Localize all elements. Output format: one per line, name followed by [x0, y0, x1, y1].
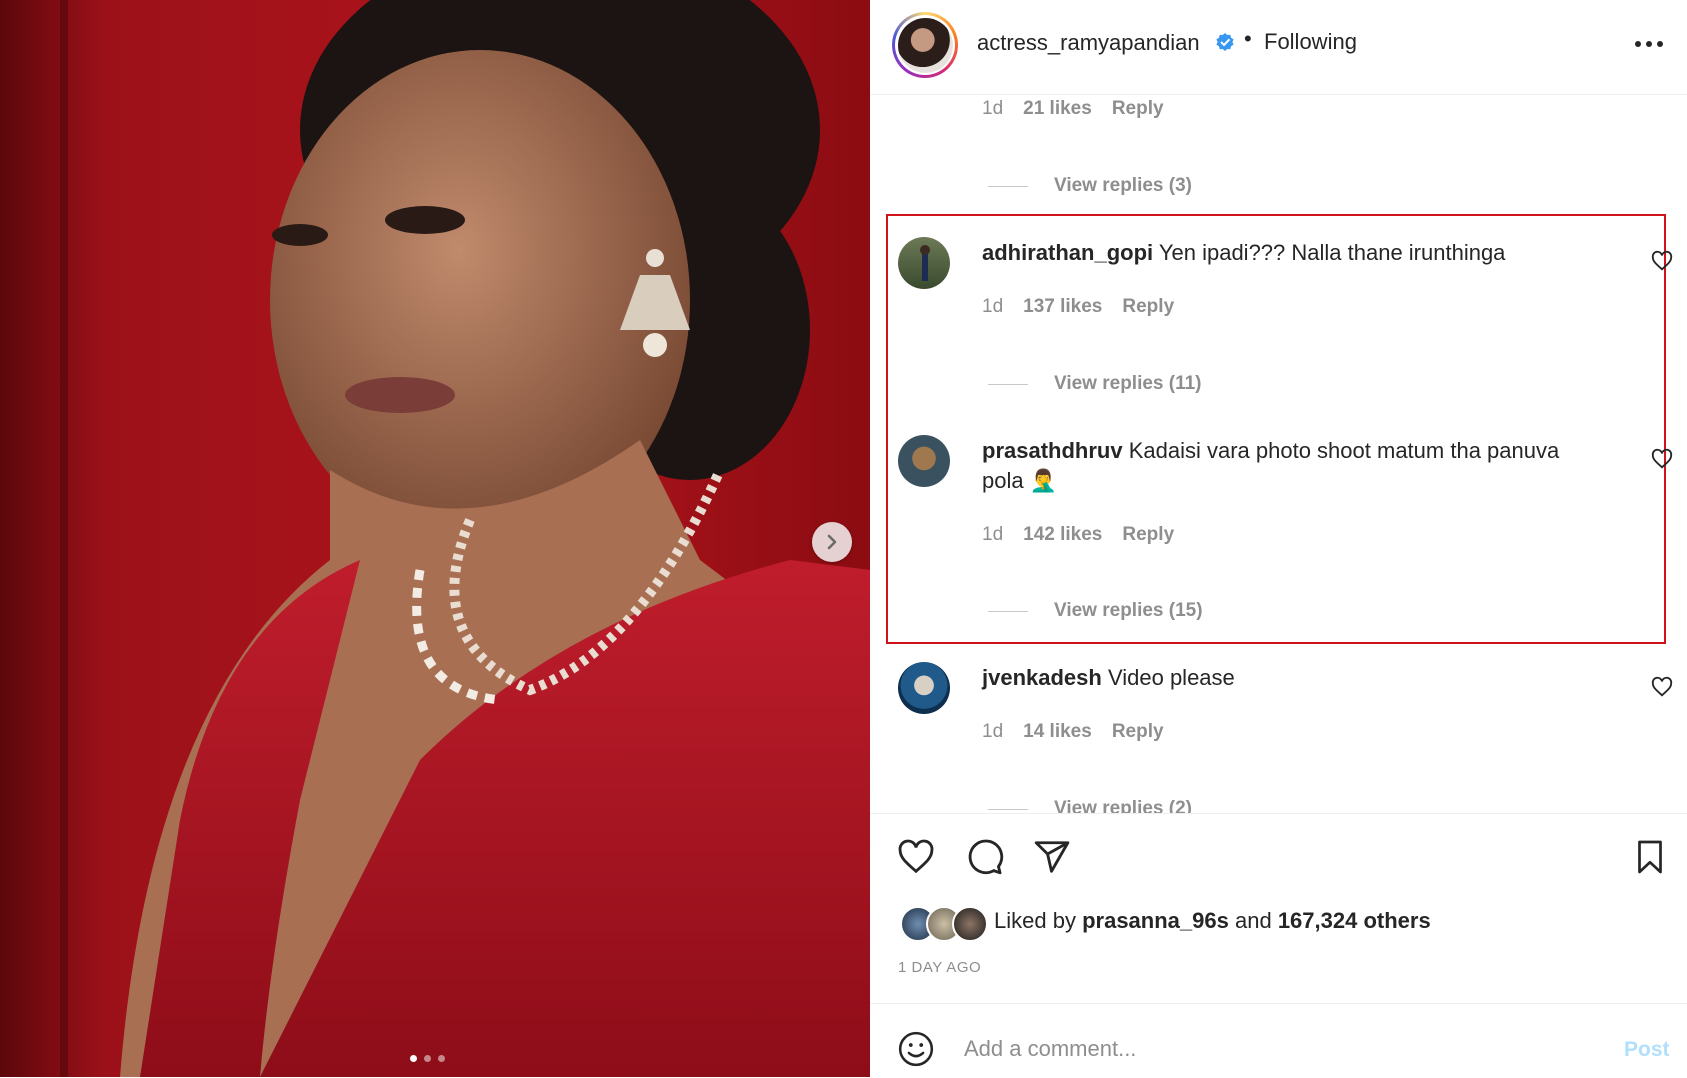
- commenter-avatar[interactable]: [898, 237, 950, 289]
- post-actions: Liked by prasanna_96s and 167,324 others…: [870, 813, 1687, 1004]
- liked-by-prefix: Liked by: [994, 908, 1076, 933]
- comment-username[interactable]: prasathdhruv: [982, 438, 1123, 463]
- comment-likes[interactable]: 142 likes: [1023, 524, 1102, 546]
- comment-likes[interactable]: 14 likes: [1023, 721, 1092, 743]
- comment-meta: 1d 142 likes Reply: [982, 524, 1174, 546]
- comment-time: 1d: [982, 98, 1004, 119]
- header-separator: •: [1244, 26, 1252, 51]
- comment-body: prasathdhruv Kadaisi vara photo shoot ma…: [982, 436, 1582, 496]
- view-replies-button[interactable]: View replies (2): [988, 798, 1192, 813]
- view-replies-label: View replies (2): [1054, 798, 1192, 813]
- comment-like-heart-icon[interactable]: [1651, 676, 1673, 698]
- comment-body: jvenkadesh Video please: [982, 663, 1582, 693]
- comments-list[interactable]: 1d 21 likes Reply View replies (3) adhir…: [870, 95, 1687, 813]
- verified-badge-icon: [1216, 33, 1234, 51]
- comment-username[interactable]: adhirathan_gopi: [982, 240, 1153, 265]
- view-replies-button[interactable]: View replies (11): [988, 373, 1202, 395]
- comment-like-heart-icon[interactable]: [1651, 250, 1673, 272]
- post-comment-button[interactable]: Post: [1624, 1038, 1670, 1062]
- view-replies-label: View replies (15): [1054, 600, 1203, 621]
- carousel-indicator: [410, 1055, 445, 1062]
- post-panel: actress_ramyapandian • Following 1d 21 l…: [870, 0, 1687, 1077]
- comment-time: 1d: [982, 524, 1004, 545]
- comment-likes[interactable]: 137 likes: [1023, 296, 1102, 318]
- chevron-right-icon: [827, 534, 837, 550]
- save-bookmark-icon[interactable]: [1632, 838, 1668, 876]
- reply-button[interactable]: Reply: [1112, 98, 1164, 120]
- view-replies-label: View replies (3): [1054, 175, 1192, 196]
- post-photo: [0, 0, 870, 1077]
- author-username[interactable]: actress_ramyapandian: [977, 30, 1200, 56]
- comment-text: Yen ipadi??? Nalla thane irunthinga: [1158, 240, 1506, 265]
- liked-by-others[interactable]: 167,324 others: [1278, 908, 1431, 933]
- comment-meta: 1d 14 likes Reply: [982, 721, 1164, 743]
- view-replies-label: View replies (11): [1054, 373, 1202, 394]
- view-replies-button[interactable]: View replies (15): [988, 600, 1203, 622]
- add-comment-bar: Post: [870, 1003, 1687, 1078]
- comment-body: adhirathan_gopi Yen ipadi??? Nalla thane…: [982, 238, 1582, 268]
- carousel-dot[interactable]: [424, 1055, 431, 1062]
- comment-like-heart-icon[interactable]: [1651, 448, 1673, 470]
- post-timestamp[interactable]: 1 DAY AGO: [898, 959, 981, 976]
- commenter-avatar[interactable]: [898, 435, 950, 487]
- view-replies-button[interactable]: View replies (3): [988, 175, 1192, 197]
- commenter-avatar[interactable]: [898, 662, 950, 714]
- reply-button[interactable]: Reply: [1122, 296, 1174, 318]
- liked-by-user[interactable]: prasanna_96s: [1082, 908, 1229, 933]
- comment-username[interactable]: jvenkadesh: [982, 665, 1102, 690]
- next-photo-button[interactable]: [812, 522, 852, 562]
- author-avatar[interactable]: [892, 12, 958, 78]
- portrait-image: [0, 0, 870, 1077]
- comment-input[interactable]: [962, 1028, 1566, 1070]
- comment-likes[interactable]: 21 likes: [1023, 98, 1092, 120]
- following-button[interactable]: Following: [1264, 29, 1357, 55]
- reply-button[interactable]: Reply: [1122, 524, 1174, 546]
- carousel-dot[interactable]: [410, 1055, 417, 1062]
- more-options-icon[interactable]: [1632, 24, 1666, 64]
- comment-meta: 1d 21 likes Reply: [982, 98, 1164, 120]
- comment-text: Video please: [1107, 665, 1235, 690]
- comment-meta: 1d 137 likes Reply: [982, 296, 1174, 318]
- liked-by-summary: Liked by prasanna_96s and 167,324 others: [994, 908, 1431, 934]
- share-send-icon[interactable]: [1032, 838, 1072, 876]
- like-heart-icon[interactable]: [896, 838, 936, 876]
- comment-bubble-icon[interactable]: [965, 838, 1005, 876]
- post-header: actress_ramyapandian • Following: [870, 0, 1687, 95]
- liked-by-avatars[interactable]: [900, 906, 988, 942]
- liked-by-and: and: [1234, 908, 1272, 933]
- comment-time: 1d: [982, 296, 1004, 317]
- highlight-box: [886, 214, 1666, 644]
- comment-time: 1d: [982, 721, 1004, 742]
- reply-button[interactable]: Reply: [1112, 721, 1164, 743]
- carousel-dot[interactable]: [438, 1055, 445, 1062]
- emoji-icon[interactable]: [897, 1030, 935, 1068]
